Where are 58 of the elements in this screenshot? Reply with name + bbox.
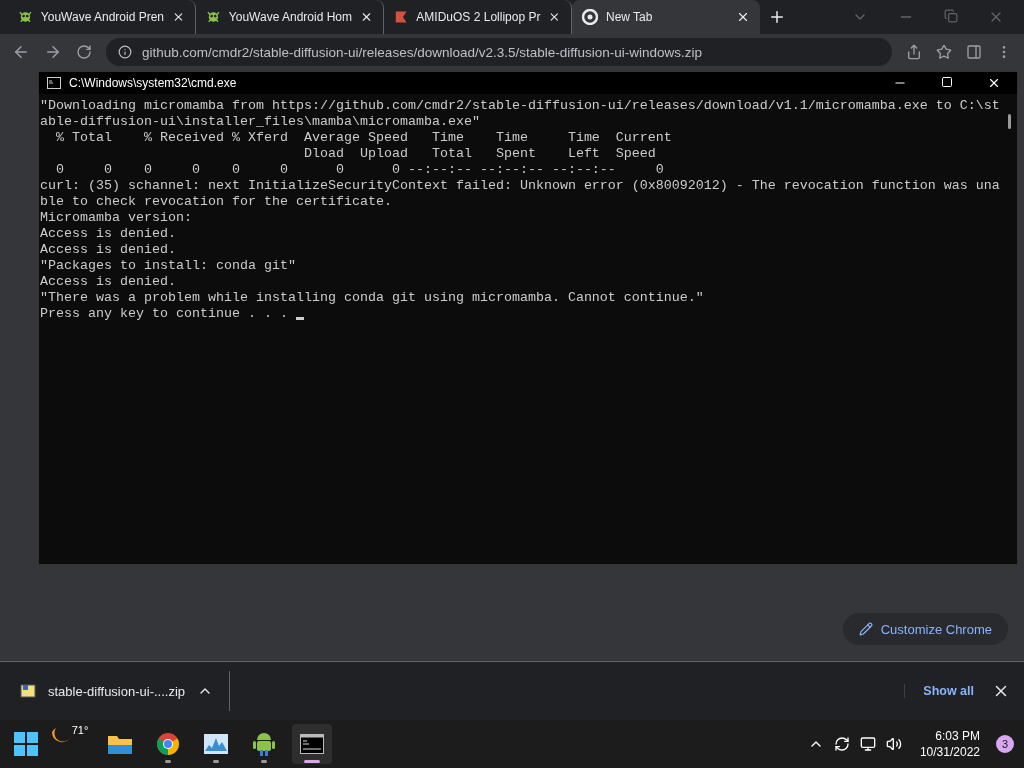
network-icon[interactable] (859, 736, 876, 752)
console-line: Micromamba version: (40, 210, 192, 226)
archive-icon (20, 683, 36, 699)
star-icon[interactable] (936, 44, 952, 60)
terminal-icon (47, 77, 61, 89)
console-line: "Downloading micromamba from https://github.com/cmdr2/stable-diffusion-ui/releases/download/v1.1/micromamba.exe to C:\st (40, 98, 1000, 114)
customize-chrome-button[interactable]: Customize Chrome (842, 613, 1008, 645)
console-line: Access is denied. (40, 242, 176, 258)
chrome-icon (582, 9, 598, 25)
close-icon[interactable] (172, 10, 185, 24)
info-icon (118, 45, 132, 59)
temperature-text: 71° (71, 724, 89, 736)
text-cursor (295, 316, 304, 320)
console-line: curl: (35) schannel: next InitializeSecurityContext failed: Unknown error (0x80092012) - The revocation function was una (40, 178, 1000, 194)
console-line: "Packages to install: conda git" (40, 258, 296, 274)
console-line: Access is denied. (40, 274, 176, 290)
alien-icon (206, 9, 221, 25)
side-panel-icon[interactable] (966, 44, 982, 60)
sync-icon[interactable] (833, 736, 850, 752)
forward-icon[interactable] (44, 43, 62, 61)
volume-icon[interactable] (885, 736, 902, 752)
close-icon[interactable] (548, 10, 561, 24)
console-line: "There was a problem while installing conda git using micromamba. Cannot continue." (40, 290, 704, 306)
address-bar[interactable]: github.com/cmdr2/stable-diffusion-ui/releases/download/v2.3.5/stable-diffusion-ui-windows.zip (106, 38, 892, 66)
chart-icon (203, 733, 229, 755)
flag-icon (394, 9, 409, 25)
restore-icon[interactable] (944, 9, 958, 23)
reload-icon[interactable] (76, 44, 92, 60)
share-icon[interactable] (906, 44, 922, 60)
pencil-icon (858, 622, 873, 636)
clock-date[interactable]: 10/31/2022 (919, 744, 980, 760)
alien-icon (18, 9, 33, 25)
scrollbar-thumb[interactable] (1007, 114, 1011, 129)
download-filename[interactable]: stable-diffusion-ui-....zip (48, 683, 186, 699)
new-tab-icon[interactable] (768, 8, 786, 26)
browser-tab[interactable]: New Tab (572, 0, 760, 34)
terminal-icon (300, 734, 324, 754)
console-line: Press any key to continue . . . (40, 306, 289, 322)
close-icon[interactable] (736, 10, 750, 24)
url-text: github.com/cmdr2/stable-diffusion-ui/releases/download/v2.3.5/stable-diffusion-ui-windows.zip (142, 44, 703, 60)
back-icon[interactable] (12, 43, 30, 61)
start-icon[interactable] (14, 732, 38, 756)
console-line: % Total % Received % Xferd Average Speed Time Time Time Current (55, 130, 672, 146)
folder-icon (107, 733, 133, 755)
console-line: able-diffusion-ui\installer_files\mamba\micromamba.exe" (40, 114, 480, 130)
clock-time[interactable]: 6:03 PM (935, 728, 980, 744)
close-icon[interactable] (360, 10, 373, 24)
android-icon (253, 731, 275, 757)
close-icon[interactable] (987, 76, 1001, 90)
notification-badge[interactable]: 3 (996, 735, 1014, 753)
chrome-icon (156, 732, 180, 756)
window-title: C:\Windows\system32\cmd.exe (69, 76, 237, 90)
console-line: ble to check revocation for the certificate. (40, 194, 392, 210)
console-line: Access is denied. (40, 226, 176, 242)
console-line: 0 0 0 0 0 0 0 0 --:--:-- --:--:-- --:--:-- 0 (55, 162, 664, 178)
console-line: Dload Upload Total Spent Left Speed (302, 146, 656, 162)
show-all-button[interactable]: Show all (904, 684, 992, 698)
maximize-icon[interactable] (941, 76, 953, 88)
